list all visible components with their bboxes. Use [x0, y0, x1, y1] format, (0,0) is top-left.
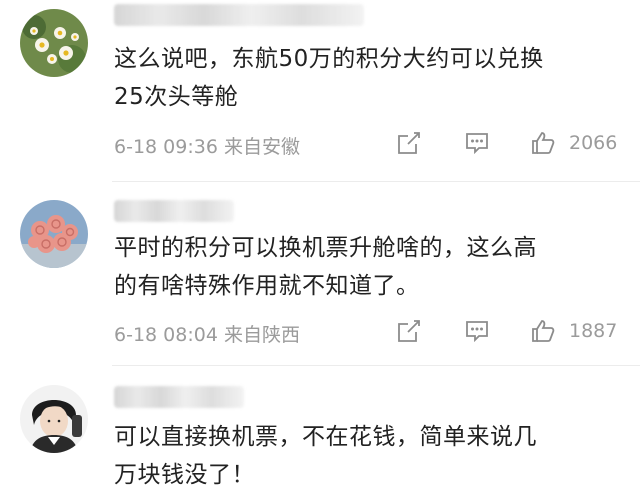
avatar[interactable] [20, 200, 88, 268]
thumbs-up-icon[interactable] [530, 318, 556, 344]
comment-icon[interactable] [464, 130, 490, 156]
thumbs-up-icon[interactable] [530, 130, 556, 156]
comment-item: 可以直接换机票，不在花钱，简单来说几 万块钱没了！ [0, 374, 640, 497]
share-icon[interactable] [396, 318, 422, 344]
divider [112, 365, 640, 366]
avatar[interactable] [20, 9, 88, 77]
comment-meta: 6-18 09:36 来自安徽 2066 [114, 128, 640, 158]
username-redacted[interactable] [114, 4, 364, 26]
comment-feed: 这么说吧，东航50万的积分大约可以兑换 25次头等舱 6-18 09:36 来自… [0, 0, 640, 497]
comment-text: 这么说吧，东航50万的积分大约可以兑换 25次头等舱 [114, 46, 544, 110]
divider [112, 181, 640, 182]
comment-timestamp: 6-18 09:36 来自安徽 [114, 136, 300, 158]
like-count: 1887 [569, 320, 618, 342]
avatar[interactable] [20, 385, 88, 453]
username-redacted[interactable] [114, 386, 244, 408]
comment-item: 平时的积分可以换机票升舱啥的，这么高 的有啥特殊作用就不知道了。 6-18 08… [0, 188, 640, 360]
comment-meta: 6-18 08:04 来自陕西 1887 [114, 316, 640, 346]
comment-icon[interactable] [464, 318, 490, 344]
comment-text: 平时的积分可以换机票升舱啥的，这么高 的有啥特殊作用就不知道了。 [114, 235, 537, 299]
comment-timestamp: 6-18 08:04 来自陕西 [114, 324, 300, 346]
comment-item: 这么说吧，东航50万的积分大约可以兑换 25次头等舱 6-18 09:36 来自… [0, 0, 640, 178]
comment-text: 可以直接换机票，不在花钱，简单来说几 万块钱没了！ [114, 424, 537, 488]
like-count: 2066 [569, 132, 618, 154]
username-redacted[interactable] [114, 200, 234, 222]
share-icon[interactable] [396, 130, 422, 156]
